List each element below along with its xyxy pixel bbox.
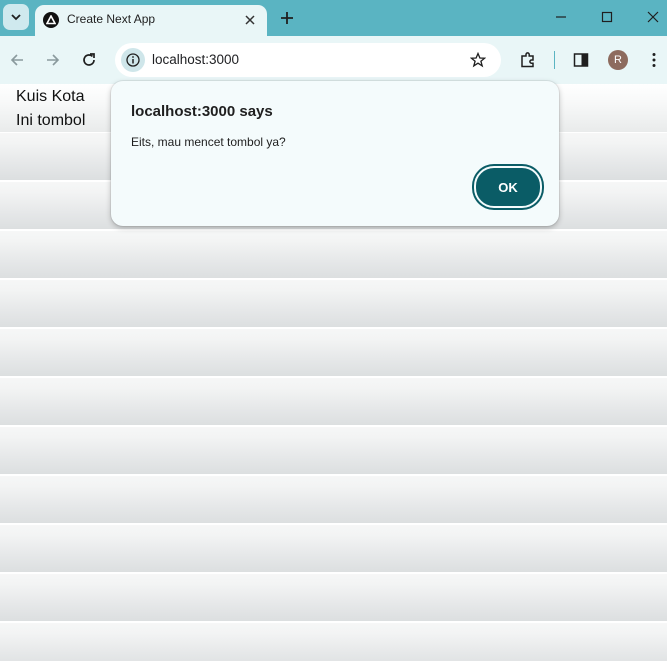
dialog-message: Eits, mau mencet tombol ya? [131,135,286,149]
maximize-button[interactable] [592,4,622,30]
nextjs-favicon-icon [43,12,59,28]
reload-icon [83,53,95,66]
extensions-icon [521,52,534,68]
back-button[interactable] [5,48,29,72]
forward-button[interactable] [41,48,65,72]
button-label-text: Ini tombol [16,112,86,129]
new-tab-button[interactable] [276,7,298,29]
bookmark-button[interactable] [467,49,489,71]
heading-text: Kuis Kota [16,88,85,105]
tab-strip: Create Next App [0,0,667,36]
dialog-title: localhost:3000 says [131,103,273,120]
plus-icon [281,12,293,24]
ok-button[interactable]: OK [474,166,542,208]
address-bar[interactable]: localhost:3000 [115,43,501,77]
minimize-icon [556,16,566,18]
reload-button[interactable] [77,48,101,72]
tab-close-button[interactable] [241,11,259,29]
maximize-icon [601,11,613,23]
profile-avatar[interactable]: R [608,50,628,70]
tab-title: Create Next App [67,12,156,26]
more-menu-icon [652,53,656,67]
extensions-button[interactable] [516,48,540,72]
toolbar-separator [554,51,555,69]
side-panel-icon [573,53,589,67]
tab-search-button[interactable] [3,4,29,30]
url-text: localhost:3000 [152,52,240,67]
back-arrow-icon [10,54,23,66]
side-panel-button[interactable] [569,48,593,72]
tab-search-icon [11,14,21,21]
minimize-button[interactable] [546,4,576,30]
site-info-button[interactable] [121,48,145,72]
more-menu-button[interactable] [642,48,666,72]
site-info-icon [126,53,140,67]
window-close-icon [647,11,659,23]
alert-dialog: localhost:3000 says Eits, mau mencet tom… [111,81,559,226]
window-close-button[interactable] [638,4,667,30]
star-icon [470,52,486,68]
close-icon [245,15,255,25]
active-tab[interactable]: Create Next App [35,5,267,36]
forward-arrow-icon [47,54,60,66]
browser-toolbar: localhost:3000 R [0,36,667,84]
